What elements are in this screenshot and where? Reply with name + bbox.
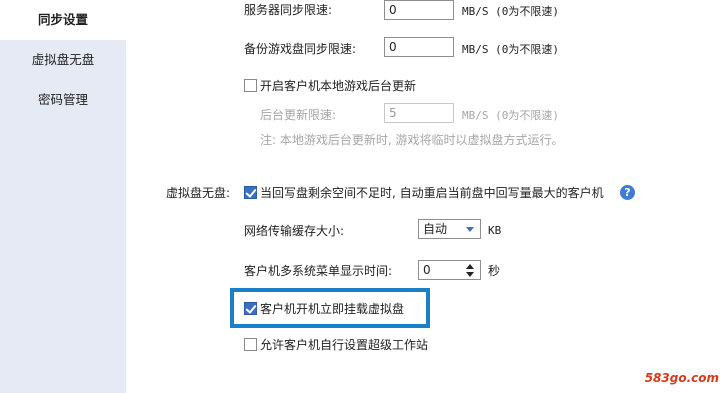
sidebar-item-label: 虚拟盘无盘	[31, 52, 95, 67]
question-icon[interactable]: ?	[620, 185, 635, 200]
menu-time-value: 0	[423, 263, 431, 277]
mount-on-boot-checkbox-label: 客户机开机立即挂载虚拟盘	[260, 302, 405, 316]
network-buffer-label: 网络传输缓存大小:	[244, 224, 345, 238]
sidebar-item-sync-settings[interactable]: 同步设置	[0, 0, 126, 40]
super-workstation-checkbox[interactable]	[244, 338, 257, 351]
menu-time-stepper[interactable]: 0	[418, 260, 481, 280]
sidebar-item-virtual-disk[interactable]: 虚拟盘无盘	[0, 40, 126, 80]
network-buffer-value: 自动	[423, 222, 448, 236]
backup-sync-limit-input[interactable]: 0	[384, 37, 454, 57]
sidebar-item-label: 密码管理	[37, 92, 88, 107]
auto-restart-checkbox[interactable]	[244, 186, 257, 199]
bg-update-limit-unit: MB/S (0为不限速)	[462, 109, 559, 122]
auto-restart-checkbox-label: 当回写盘剩余空间不足时, 自动重启当前盘中回写量最大的客户机	[260, 186, 604, 200]
server-sync-limit-input[interactable]: 0	[384, 0, 454, 20]
spin-up-icon[interactable]	[466, 264, 474, 269]
bg-update-checkbox-label: 开启客户机本地游戏后台更新	[260, 79, 417, 93]
backup-sync-limit-label: 备份游戏盘同步限速:	[244, 42, 357, 56]
bg-update-limit-label: 后台更新限速:	[260, 108, 337, 122]
bg-update-limit-input[interactable]: 5	[384, 103, 454, 123]
sidebar-item-label: 同步设置	[37, 12, 88, 27]
menu-time-label: 客户机多系统菜单显示时间:	[244, 264, 393, 278]
bg-update-note: 注: 本地游戏后台更新时, 游戏将临时以虚拟盘方式运行。	[260, 133, 564, 147]
server-sync-limit-unit: MB/S (0为不限速)	[462, 5, 559, 18]
network-buffer-unit: KB	[488, 224, 502, 237]
super-workstation-checkbox-label: 允许客户机自行设置超级工作站	[260, 338, 429, 352]
sidebar-item-password[interactable]: 密码管理	[0, 80, 126, 120]
sidebar: 同步设置 虚拟盘无盘 密码管理	[0, 0, 126, 393]
spin-down-icon[interactable]	[466, 272, 474, 277]
menu-time-unit: 秒	[488, 264, 501, 278]
network-buffer-select[interactable]: 自动	[418, 219, 481, 239]
watermark-logo: 583go.com	[644, 371, 719, 385]
virtual-disk-section-label: 虚拟盘无盘:	[166, 186, 231, 200]
server-sync-limit-label: 服务器同步限速:	[244, 3, 333, 17]
backup-sync-limit-unit: MB/S (0为不限速)	[462, 43, 559, 56]
bg-update-checkbox[interactable]	[244, 79, 257, 92]
chevron-down-icon	[466, 227, 474, 232]
mount-on-boot-checkbox[interactable]	[244, 302, 257, 315]
